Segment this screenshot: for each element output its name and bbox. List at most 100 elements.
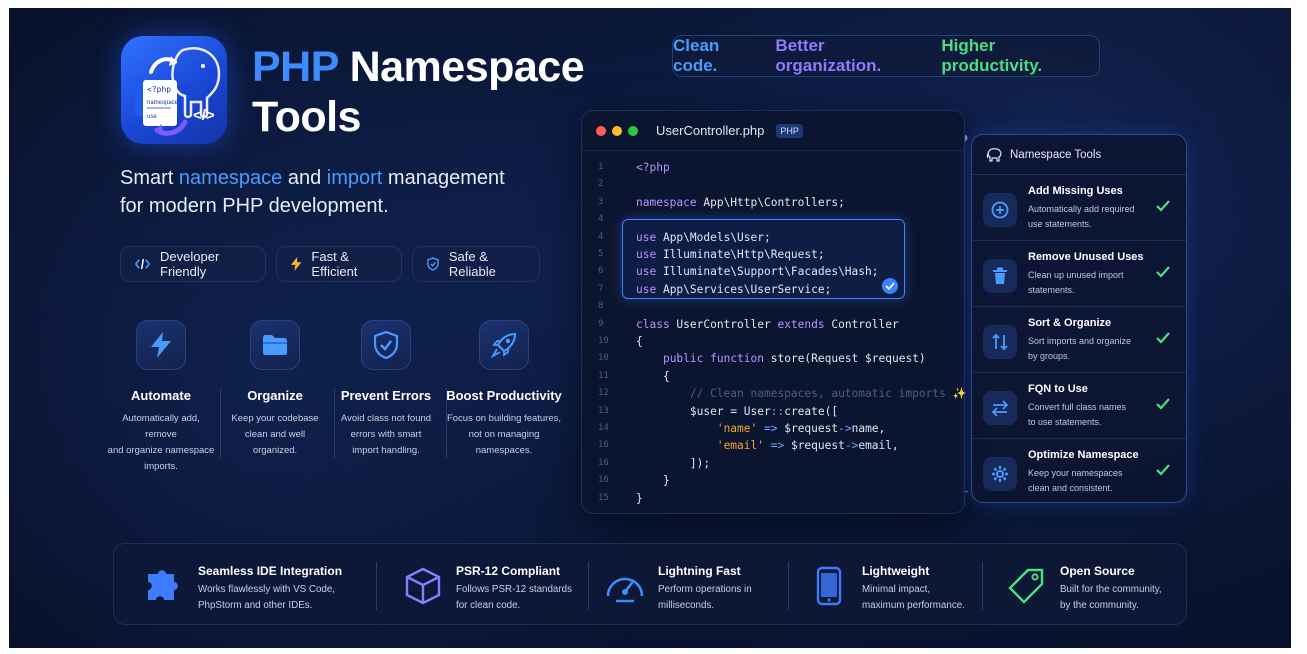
code-line: 3 namespace App\Http\Controllers; xyxy=(582,194,964,211)
line-number: 4 xyxy=(598,231,604,242)
feature-icon-box xyxy=(136,320,186,370)
check-icon xyxy=(1156,463,1170,481)
pill-safe-reliable: Safe & Reliable xyxy=(412,246,540,282)
code-line: 16 'email' => $request->email, xyxy=(582,437,964,454)
code-editor-window: UserController.php PHP 1 <?php 2 3 namespace… xyxy=(581,110,967,514)
tag-icon xyxy=(1008,568,1044,604)
line-number: 6 xyxy=(598,266,604,277)
line-code: } xyxy=(636,474,670,488)
panel-item-title: FQN to Use xyxy=(1028,383,1088,395)
folder-icon xyxy=(263,335,287,355)
line-number: 10 xyxy=(598,353,609,364)
line-code: use Illuminate\Http\Request; xyxy=(636,248,825,261)
code-line: 11 { xyxy=(582,368,964,385)
line-code: { xyxy=(636,369,670,383)
panel-item-desc: Sort imports and organize by groups. xyxy=(1028,336,1132,361)
line-number: 14 xyxy=(598,423,609,433)
svg-text:namespace: namespace xyxy=(147,100,179,106)
line-code: 'email' => $request->email, xyxy=(716,439,899,453)
maximize-dot[interactable] xyxy=(628,125,638,136)
line-number: 12 xyxy=(598,388,609,399)
panel-header: Namespace Tools xyxy=(972,135,1186,175)
trash-icon xyxy=(983,259,1017,293)
rocket-icon xyxy=(491,332,517,358)
shield-check-icon xyxy=(374,331,398,359)
hero-subtitle: Smart namespace and import management fo… xyxy=(120,167,505,217)
line-code: use Illuminate\Support\Facades\Hash; xyxy=(636,265,879,279)
svg-text:</>: </> xyxy=(193,107,215,124)
check-icon xyxy=(1156,199,1170,217)
tagline-banner: Clean code. Better organization. Higher … xyxy=(672,35,1100,77)
line-number: 9 xyxy=(598,318,604,329)
line-code: <?php xyxy=(636,161,670,174)
line-code: { xyxy=(636,335,643,348)
panel-item[interactable]: Add Missing Uses Automatically add requir… xyxy=(972,175,1186,241)
line-number: 4 xyxy=(598,214,604,225)
benefit-open-source: Open Source Built for the community, by t… xyxy=(1006,544,1186,626)
divider xyxy=(588,562,589,610)
code-line: 2 xyxy=(582,176,964,193)
swap-icon xyxy=(983,391,1017,425)
line-number: 16 xyxy=(598,475,609,486)
line-code: namespace App\Http\Controllers; xyxy=(636,195,845,209)
benefit-lightweight: Lightweight Minimal impact, maximum perfo… xyxy=(808,544,988,626)
bolt-icon xyxy=(151,332,171,358)
speedometer-icon xyxy=(606,577,644,603)
elephant-icon: <?php namespace use </> xyxy=(135,47,221,136)
code-line: 13 $user = User::create([ xyxy=(582,403,964,420)
line-number: 3 xyxy=(598,196,604,207)
close-dot[interactable] xyxy=(596,125,606,136)
feature-icon-box xyxy=(361,320,411,370)
line-number: 1 xyxy=(598,162,604,172)
puzzle-icon xyxy=(148,570,178,600)
feature-icon-box xyxy=(250,320,300,370)
line-number: 5 xyxy=(598,249,604,259)
divider xyxy=(376,562,377,610)
svg-text:<?php: <?php xyxy=(147,85,171,94)
code-line: 7 use App\Services\UserService; xyxy=(582,281,964,298)
sort-icon xyxy=(983,325,1017,359)
feature-organize: Organize Keep your codebase clean and wel… xyxy=(220,320,330,459)
panel-item[interactable]: Sort & Organize Sort imports and organize… xyxy=(972,307,1186,373)
panel-item-title: Sort & Organize xyxy=(1028,317,1112,329)
line-number: 2 xyxy=(598,179,604,190)
benefit-lightning-fast: Lightning Fast Perform operations in mill… xyxy=(604,544,784,626)
code-line: 16 } xyxy=(582,472,964,489)
language-badge: PHP xyxy=(776,123,803,138)
code-line: 8 xyxy=(582,298,964,315)
panel-item[interactable]: Optimize Namespace Keep your namespaces cl… xyxy=(972,439,1186,505)
panel-item-desc: Convert full class names to use statement… xyxy=(1028,402,1127,427)
code-line: 16 ]); xyxy=(582,455,964,472)
code-line: 15} xyxy=(582,490,964,507)
mobile-icon xyxy=(816,566,842,606)
panel-item[interactable]: Remove Unused Uses Clean up unused import… xyxy=(972,241,1186,307)
line-code: ]); xyxy=(636,456,711,470)
svg-text:use: use xyxy=(147,114,157,120)
gear-icon xyxy=(983,457,1017,491)
line-code: use App\Models\User; xyxy=(636,230,771,244)
line-number: 11 xyxy=(598,370,609,381)
panel-item[interactable]: FQN to Use Convert full class names to use… xyxy=(972,373,1186,439)
panel-item-title: Add Missing Uses xyxy=(1028,185,1123,197)
panel-item-title: Remove Unused Uses xyxy=(1028,251,1144,263)
divider xyxy=(982,562,983,610)
code-line: 14 'name' => $request->name, xyxy=(582,420,964,437)
line-code: public function store(Request $request) xyxy=(662,352,926,366)
line-number: 15 xyxy=(598,492,609,503)
pill-fast-efficient: Fast & Efficient xyxy=(276,246,402,282)
code-line: 4 xyxy=(582,211,964,228)
check-icon xyxy=(1156,265,1170,283)
code-line: 9 class UserController extends Controller xyxy=(582,316,964,333)
minimize-dot[interactable] xyxy=(612,125,622,136)
editor-filename: UserController.php xyxy=(656,123,765,138)
line-code: $user = User::create([ xyxy=(636,404,839,418)
hero-banner: <?php namespace use </> PHP Namespace To… xyxy=(9,8,1291,648)
code-line: 6 use Illuminate\Support\Facades\Hash; xyxy=(582,263,964,280)
bolt-icon xyxy=(291,257,302,271)
plus-circle-icon xyxy=(983,193,1017,227)
code-icon xyxy=(135,258,151,270)
panel-item-desc: Keep your namespaces clean and consistent… xyxy=(1028,468,1123,493)
feature-prevent-errors: Prevent Errors Avoid class not found erro… xyxy=(331,320,441,459)
code-line: 5 use Illuminate\Http\Request; xyxy=(582,246,964,263)
code-line: 10 public function store(Request $reques… xyxy=(582,350,964,367)
